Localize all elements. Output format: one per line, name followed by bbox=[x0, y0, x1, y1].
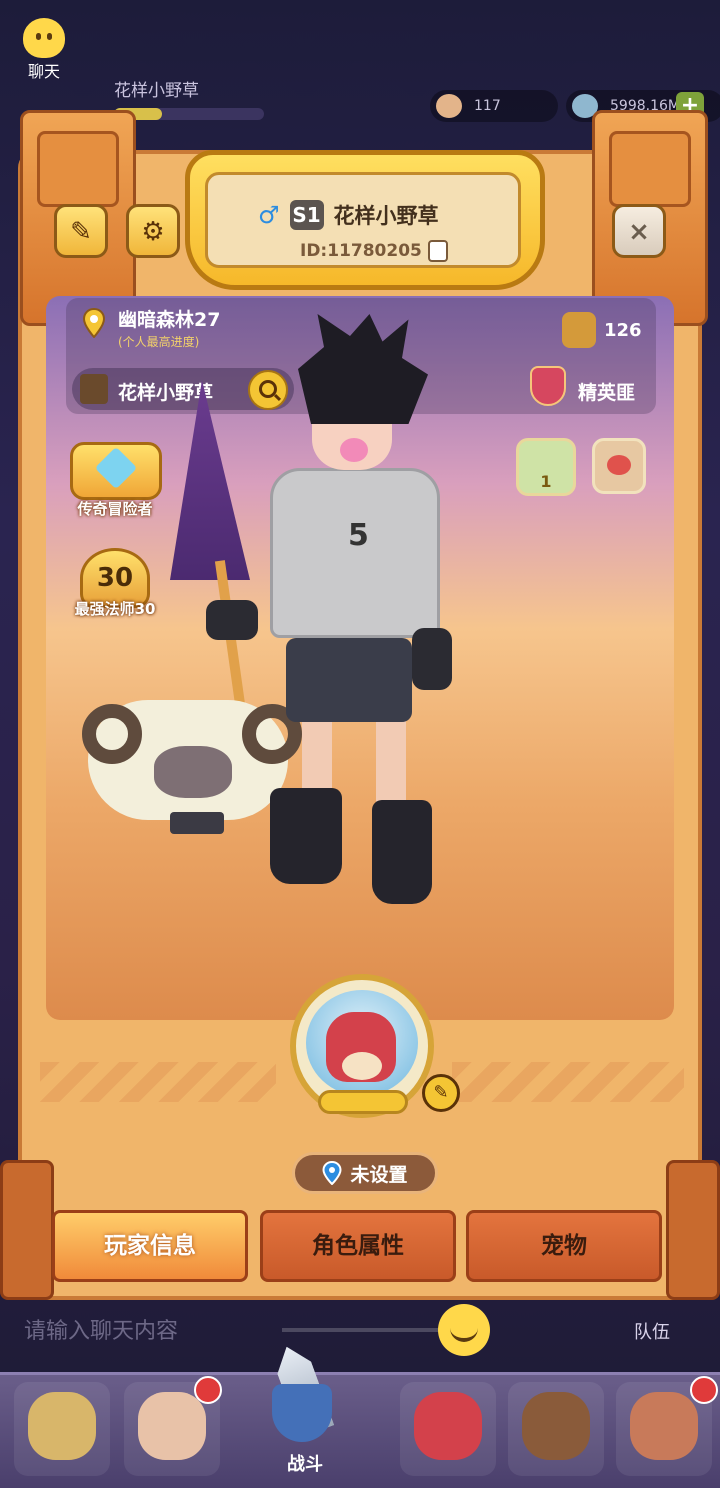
side-decoration-right bbox=[666, 1160, 720, 1300]
character-shorts bbox=[286, 638, 412, 722]
notification-dot bbox=[194, 1376, 222, 1404]
tab-pets[interactable]: 宠物 bbox=[466, 1210, 662, 1282]
hud-player-name: 花样小野草 bbox=[114, 81, 199, 101]
chat-label: 聊天 bbox=[27, 62, 60, 81]
character-glove-right bbox=[412, 628, 452, 690]
character-glove-left bbox=[206, 600, 258, 640]
chat-divider bbox=[282, 1328, 442, 1332]
pattern-left bbox=[40, 1062, 276, 1102]
title1-label: 传奇冒险者 bbox=[77, 500, 153, 518]
pet-belly bbox=[342, 1052, 382, 1080]
location-pin-icon bbox=[322, 1161, 342, 1185]
team-label[interactable]: 队伍 bbox=[634, 1318, 670, 1344]
pet-badge-icon[interactable] bbox=[592, 438, 646, 494]
notification-dot bbox=[690, 1376, 718, 1404]
likes-icon bbox=[562, 312, 596, 348]
avatar-icon bbox=[80, 374, 108, 404]
character-shirt bbox=[270, 468, 440, 638]
shield-icon bbox=[272, 1384, 332, 1442]
sheep-face bbox=[154, 746, 232, 798]
likes-count: 126 bbox=[604, 320, 642, 341]
edit-pet-button[interactable]: ✎ bbox=[422, 1074, 460, 1112]
character-boot-left bbox=[270, 788, 342, 884]
nav-6-icon bbox=[630, 1392, 698, 1460]
server-badge: S1 bbox=[289, 200, 324, 230]
location-pin-icon bbox=[82, 308, 106, 338]
battle-label: 战斗 bbox=[287, 1454, 323, 1475]
pet-portrait-base bbox=[318, 1090, 408, 1114]
character-leg-right bbox=[376, 718, 406, 808]
tab-character-attributes[interactable]: 角色属性 bbox=[260, 1210, 456, 1282]
guild-banner-icon bbox=[530, 366, 566, 406]
player-id-row: ID:11780205 bbox=[300, 240, 448, 262]
sheep-horn-left bbox=[82, 704, 142, 764]
pig-nose-accessory bbox=[340, 438, 368, 462]
search-icon[interactable] bbox=[248, 370, 288, 410]
title2-label: 最强法师30 bbox=[74, 600, 156, 618]
chat-input[interactable]: 请输入聊天内容 bbox=[10, 1310, 444, 1354]
legend-adventurer-emblem-icon[interactable] bbox=[70, 442, 162, 500]
nav-battle[interactable] bbox=[248, 1344, 358, 1454]
pattern-right bbox=[452, 1062, 684, 1102]
resource-counter-1: 117 bbox=[430, 90, 558, 122]
nav-item-1[interactable] bbox=[14, 1382, 110, 1476]
chat-button[interactable]: 聊天 bbox=[14, 18, 74, 82]
copy-id-icon[interactable] bbox=[427, 240, 448, 262]
nav-item-5[interactable] bbox=[508, 1382, 604, 1476]
edit-profile-button[interactable]: ✎ bbox=[54, 204, 108, 258]
side-decoration-left bbox=[0, 1160, 54, 1300]
character-leg-left bbox=[302, 718, 332, 798]
sheep-legs bbox=[170, 812, 224, 834]
player-name: 花样小野草 bbox=[333, 204, 439, 228]
character-boot-right bbox=[372, 800, 432, 904]
player-id: ID:11780205 bbox=[300, 241, 422, 261]
nav-4-icon bbox=[414, 1392, 482, 1460]
rank-badge-icon[interactable] bbox=[516, 438, 576, 496]
hud-exp-bar bbox=[114, 108, 264, 120]
nav-2-icon bbox=[138, 1392, 206, 1460]
location-setting-label: 未设置 bbox=[350, 1163, 408, 1186]
nav-5-icon bbox=[522, 1392, 590, 1460]
shirt-number: 5 bbox=[348, 518, 369, 553]
resource1-value: 117 bbox=[474, 98, 501, 114]
tab-player-info[interactable]: 玩家信息 bbox=[52, 1210, 248, 1282]
max-progress-note: (个人最高进度) bbox=[118, 335, 200, 349]
max-progress-location: 幽暗森林27 bbox=[118, 309, 221, 331]
settings-button[interactable]: ⚙ bbox=[126, 204, 180, 258]
player-name-row: ♂ S1 花样小野草 bbox=[258, 198, 439, 232]
close-button[interactable]: × bbox=[612, 204, 666, 258]
resource1-icon bbox=[436, 94, 462, 118]
emoji-button[interactable] bbox=[438, 1304, 490, 1356]
male-gender-icon: ♂ bbox=[258, 201, 280, 229]
nav-item-4[interactable] bbox=[400, 1382, 496, 1476]
nav-1-icon bbox=[28, 1392, 96, 1460]
location-setting-button[interactable]: 未设置 bbox=[292, 1152, 438, 1194]
chat-icon bbox=[23, 18, 65, 58]
guild-name[interactable]: 精英匪 bbox=[578, 378, 635, 405]
